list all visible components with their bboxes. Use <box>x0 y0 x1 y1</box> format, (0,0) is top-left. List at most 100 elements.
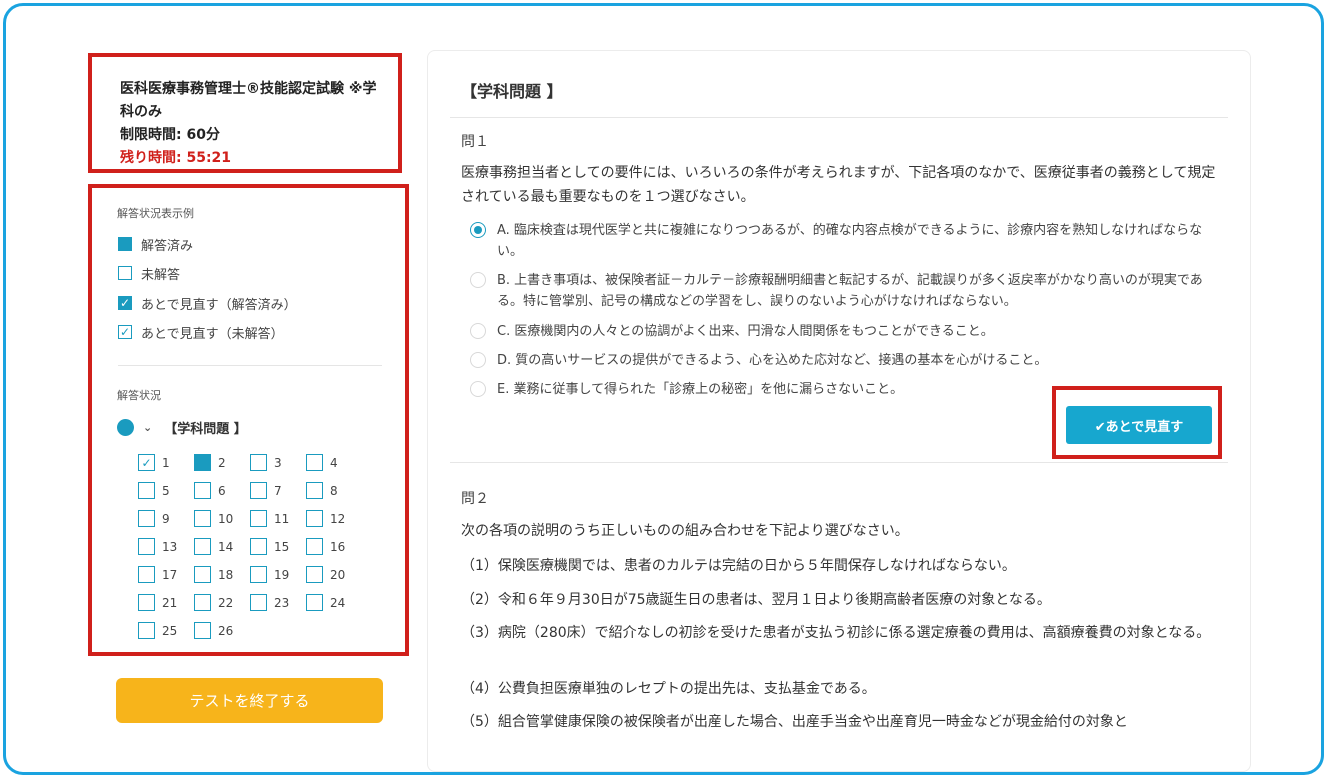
checkbox-icon[interactable] <box>250 538 267 555</box>
question-number: 5 <box>162 483 170 498</box>
question-nav-9[interactable]: 9 <box>138 510 170 527</box>
question-number: 11 <box>274 511 290 526</box>
radio-icon[interactable] <box>470 352 486 368</box>
question-nav-24[interactable]: 24 <box>306 594 345 611</box>
checkbox-icon[interactable] <box>250 594 267 611</box>
question-nav-26[interactable]: 26 <box>194 622 233 639</box>
question-number: 9 <box>162 511 170 526</box>
review-later-highlight: ✔あとで見直す <box>1052 386 1222 459</box>
time-limit: 制限時間: 60分 <box>120 127 220 143</box>
question-number: 24 <box>330 595 346 610</box>
checkbox-icon[interactable] <box>306 454 323 471</box>
question-nav-3[interactable]: 3 <box>250 454 282 471</box>
question-nav-8[interactable]: 8 <box>306 482 338 499</box>
checkbox-icon[interactable] <box>138 566 155 583</box>
exam-info-panel: 医科医療事務管理士®技能認定試験 ※学科のみ 制限時間: 60分 残り時間: 5… <box>88 53 402 173</box>
checkbox-icon[interactable] <box>194 566 211 583</box>
question-nav-12[interactable]: 12 <box>306 510 345 527</box>
question-nav-22[interactable]: 22 <box>194 594 233 611</box>
question-nav-13[interactable]: 13 <box>138 538 177 555</box>
question-number: 10 <box>218 511 234 526</box>
checkbox-icon[interactable] <box>306 594 323 611</box>
checkbox-icon[interactable] <box>138 622 155 639</box>
question-number: 3 <box>274 455 282 470</box>
chevron-down-icon[interactable]: ⌄ <box>143 421 152 434</box>
question-nav-20[interactable]: 20 <box>306 566 345 583</box>
question-2-text: 次の各項の説明のうち正しいものの組み合わせを下記より選びなさい。 <box>461 523 909 539</box>
question-nav-23[interactable]: 23 <box>250 594 289 611</box>
question-number: 2 <box>218 455 226 470</box>
question-nav-19[interactable]: 19 <box>250 566 289 583</box>
question-nav-7[interactable]: 7 <box>250 482 282 499</box>
question-number: 14 <box>218 539 234 554</box>
question-nav-11[interactable]: 11 <box>250 510 289 527</box>
question-nav-15[interactable]: 15 <box>250 538 289 555</box>
question-number: 20 <box>330 567 346 582</box>
question-number: 26 <box>218 623 234 638</box>
question-nav-16[interactable]: 16 <box>306 538 345 555</box>
checkbox-icon[interactable] <box>306 566 323 583</box>
exam-title: 医科医療事務管理士®技能認定試験 ※学科のみ <box>120 81 377 120</box>
question-1-label: 問１ <box>461 134 489 150</box>
radio-icon[interactable] <box>470 272 486 288</box>
checkmark-icon: ✓ <box>141 455 152 470</box>
end-test-button[interactable]: テストを終了する <box>116 678 383 723</box>
question-nav-21[interactable]: 21 <box>138 594 177 611</box>
option-c[interactable]: C. 医療機関内の人々との協調がよく出来、円滑な人間関係をもつことができること。 <box>470 321 1215 342</box>
question-number: 6 <box>218 483 226 498</box>
checkbox-icon[interactable] <box>306 482 323 499</box>
section-toggle[interactable]: ⌄ 【学科問題 】 <box>117 417 247 437</box>
statement-4: （4）公費負担医療単独のレセプトの提出先は、支払基金である。 <box>461 681 876 697</box>
legend-answered: 解答済み <box>118 235 193 254</box>
question-number: 16 <box>330 539 346 554</box>
question-number: 17 <box>162 567 178 582</box>
checkbox-icon[interactable] <box>306 510 323 527</box>
checkbox-icon[interactable] <box>138 594 155 611</box>
question-nav-1[interactable]: ✓ 1 <box>138 454 170 471</box>
checkbox-icon[interactable] <box>250 510 267 527</box>
question-number: 13 <box>162 539 178 554</box>
question-1-text: 医療事務担当者としての要件には、いろいろの条件が考えられますが、下記各項のなかで… <box>461 165 1216 205</box>
question-nav-2[interactable]: 2 <box>194 454 226 471</box>
check-icon[interactable]: ✓ <box>138 454 155 471</box>
question-nav-18[interactable]: 18 <box>194 566 233 583</box>
checkbox-icon[interactable] <box>306 538 323 555</box>
question-nav-4[interactable]: 4 <box>306 454 338 471</box>
question-number: 1 <box>162 455 170 470</box>
checkbox-icon[interactable] <box>250 566 267 583</box>
radio-icon[interactable] <box>470 381 486 397</box>
checkbox-icon[interactable] <box>138 510 155 527</box>
radio-icon[interactable] <box>470 323 486 339</box>
question-number: 4 <box>330 455 338 470</box>
question-nav-6[interactable]: 6 <box>194 482 226 499</box>
question-number: 25 <box>162 623 178 638</box>
checkbox-icon[interactable] <box>250 454 267 471</box>
checkbox-icon[interactable] <box>138 482 155 499</box>
review-later-button[interactable]: ✔あとで見直す <box>1066 406 1212 444</box>
question-nav-25[interactable]: 25 <box>138 622 177 639</box>
checkbox-icon[interactable] <box>250 482 267 499</box>
question-number: 19 <box>274 567 290 582</box>
option-d[interactable]: D. 質の高いサービスの提供ができるよう、心を込めた応対など、接遇の基本を心がけ… <box>470 350 1215 371</box>
status-caption: 解答状況 <box>117 389 161 402</box>
question-number: 7 <box>274 483 282 498</box>
option-b[interactable]: B. 上書き事項は、被保険者証－カルテ－診療報酬明細書と転記するが、記載誤りが多… <box>470 270 1215 312</box>
question-nav-5[interactable]: 5 <box>138 482 170 499</box>
checkbox-icon[interactable] <box>194 454 211 471</box>
review-answered-check-icon: ✓ <box>118 296 132 310</box>
question-nav-17[interactable]: 17 <box>138 566 177 583</box>
question-number: 15 <box>274 539 290 554</box>
checkbox-icon[interactable] <box>138 538 155 555</box>
checkbox-icon[interactable] <box>194 482 211 499</box>
checkbox-icon[interactable] <box>194 622 211 639</box>
checkbox-icon[interactable] <box>194 538 211 555</box>
question-nav-10[interactable]: 10 <box>194 510 233 527</box>
option-a[interactable]: A. 臨床検査は現代医学と共に複雑になりつつあるが、的確な内容点検ができるように… <box>470 220 1215 262</box>
checkbox-icon[interactable] <box>194 510 211 527</box>
radio-selected-icon[interactable] <box>470 222 486 238</box>
review-unanswered-check-icon: ✓ <box>118 325 132 339</box>
legend-unanswered: 未解答 <box>118 264 180 283</box>
question-nav-14[interactable]: 14 <box>194 538 233 555</box>
legend-review-answered: ✓ あとで見直す（解答済み） <box>118 296 297 313</box>
checkbox-icon[interactable] <box>194 594 211 611</box>
